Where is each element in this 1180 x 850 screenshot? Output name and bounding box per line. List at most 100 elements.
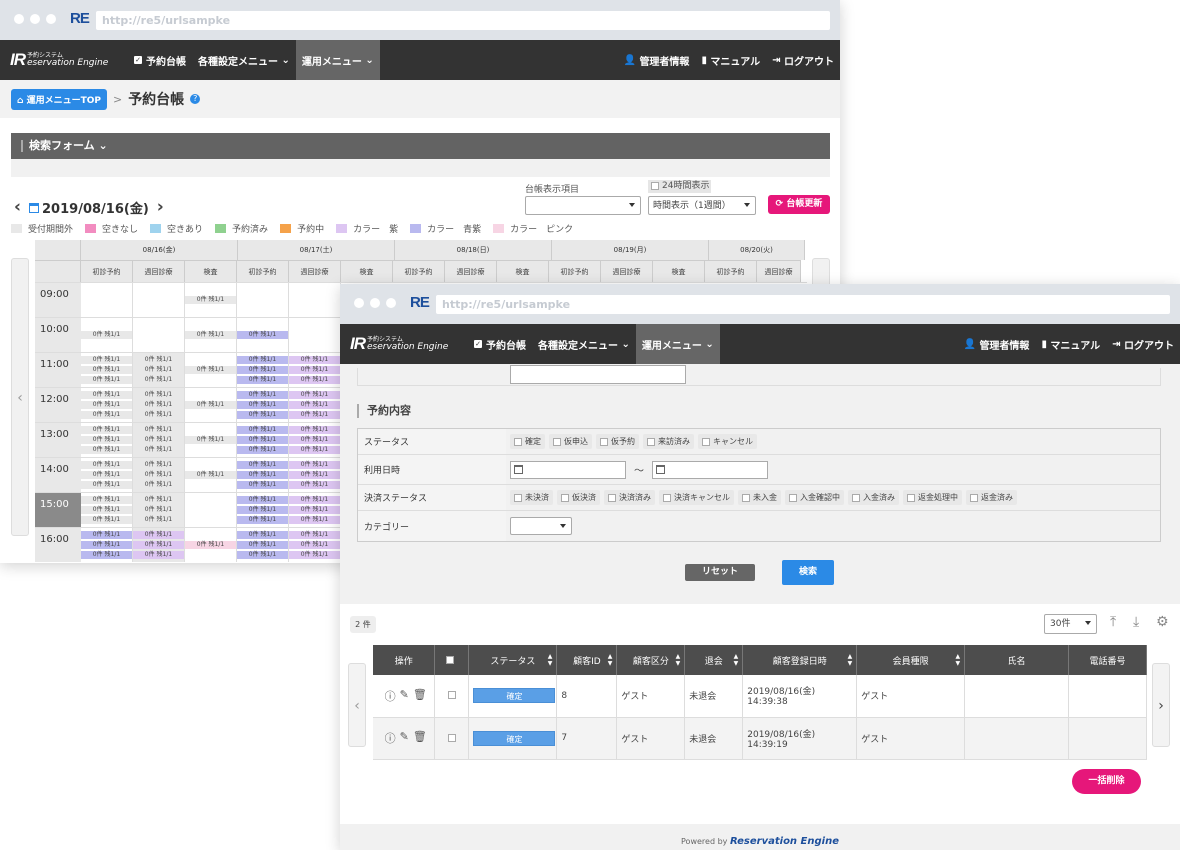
slot-cell[interactable]: 0件 残1/1 bbox=[185, 318, 237, 352]
address-bar[interactable]: http://re5/urlsampke bbox=[96, 11, 830, 30]
slot-cell[interactable]: 0件 残1/1 bbox=[185, 353, 237, 387]
checkbox-box[interactable] bbox=[907, 493, 915, 502]
trash-icon[interactable]: 🗑 bbox=[413, 688, 427, 704]
address-bar[interactable]: http://re5/urlsampke bbox=[436, 295, 1170, 314]
slot-cell[interactable]: 0件 残1/1 0件 残1/1 0件 残1/1 bbox=[237, 493, 289, 527]
slot-cell[interactable]: 0件 残1/1 bbox=[185, 283, 237, 317]
slot-cell[interactable]: 0件 残1/1 bbox=[185, 423, 237, 457]
slot-cell[interactable]: 0件 残1/1 0件 残1/1 0件 残1/1 bbox=[289, 388, 341, 422]
checkbox-box[interactable] bbox=[600, 437, 608, 446]
slot-cell[interactable]: 0件 残1/1 0件 残1/1 0件 残1/1 bbox=[289, 423, 341, 457]
filter-text-input[interactable] bbox=[510, 365, 686, 384]
nav-settings[interactable]: 各種設定メニュー ⌄ bbox=[192, 40, 296, 80]
date-to-input[interactable] bbox=[652, 460, 768, 479]
slot-cell[interactable]: 0件 残1/1 0件 残1/1 0件 残1/1 bbox=[81, 493, 133, 527]
slot-cell[interactable]: 0件 残1/1 0件 残1/1 0件 残1/1 bbox=[237, 353, 289, 387]
crumb-top-button[interactable]: ⌂ 運用メニューTOP bbox=[11, 88, 107, 110]
time-mode-select[interactable]: 時間表示（1週間） bbox=[648, 196, 756, 215]
slot-cell[interactable]: 0件 残1/1 0件 残1/1 0件 残1/1 bbox=[237, 423, 289, 457]
checkbox-box[interactable] bbox=[514, 437, 522, 446]
slot-cell[interactable] bbox=[81, 283, 133, 317]
payment-checkbox[interactable]: 返金処理中 bbox=[903, 490, 962, 505]
info-icon[interactable]: ⓘ bbox=[385, 688, 396, 704]
payment-checkbox[interactable]: 未入金 bbox=[738, 490, 781, 505]
day-header[interactable]: 08/16(金) bbox=[81, 240, 238, 260]
slot-cell[interactable] bbox=[185, 493, 237, 527]
nav-manual[interactable]: ▮ マニュアル bbox=[695, 40, 766, 80]
slot-cell[interactable] bbox=[289, 318, 341, 352]
help-icon[interactable]: ? bbox=[190, 94, 201, 104]
payment-checkbox[interactable]: 決済キャンセル bbox=[659, 490, 734, 505]
payment-checkbox[interactable]: 未決済 bbox=[510, 490, 553, 505]
column-header[interactable]: 顧客区分 ▲ ▼ bbox=[616, 645, 686, 675]
day-header[interactable]: 08/19(月) bbox=[552, 240, 709, 260]
checkbox-box[interactable] bbox=[608, 493, 616, 502]
slot-cell[interactable]: 0件 残1/1 0件 残1/1 0件 残1/1 bbox=[81, 388, 133, 422]
current-date[interactable]: 2019/08/16(金) bbox=[29, 198, 149, 217]
checkbox-box[interactable] bbox=[647, 437, 655, 446]
info-icon[interactable]: ⓘ bbox=[385, 730, 396, 746]
date-from-input[interactable] bbox=[510, 460, 626, 479]
search-form-toggle[interactable]: 検索フォーム ⌄ bbox=[11, 133, 830, 159]
edit-icon[interactable]: ✎ bbox=[400, 730, 409, 746]
slot-cell[interactable]: 0件 残1/1 0件 残1/1 0件 残1/1 bbox=[289, 493, 341, 527]
sort-arrows-icon[interactable]: ▲ ▼ bbox=[955, 653, 960, 667]
next-day-arrow-icon[interactable]: › bbox=[157, 197, 164, 217]
row-checkbox[interactable] bbox=[448, 691, 457, 700]
scroll-left-button[interactable]: ‹ bbox=[11, 258, 29, 536]
slot-cell[interactable]: 0件 残1/1 bbox=[185, 458, 237, 492]
checkbox-box[interactable] bbox=[742, 493, 750, 502]
slot-cell[interactable]: 0件 残1/1 0件 残1/1 0件 残1/1 bbox=[289, 528, 341, 562]
search-button[interactable]: 検索 bbox=[782, 560, 834, 585]
nav-operation[interactable]: 運用メニュー ⌄ bbox=[635, 324, 720, 364]
sort-arrows-icon[interactable]: ▲ ▼ bbox=[848, 653, 853, 667]
slot-cell[interactable]: 0件 残1/1 0件 残1/1 0件 残1/1 bbox=[289, 353, 341, 387]
slot-cell[interactable]: 0件 残1/1 bbox=[237, 318, 289, 352]
slot-cell[interactable]: 0件 残1/1 0件 残1/1 0件 残1/1 bbox=[81, 528, 133, 562]
per-page-select[interactable]: 30件 bbox=[1044, 614, 1097, 634]
brand-logo[interactable]: IR 予約システム eservation Engine bbox=[340, 324, 468, 364]
column-header[interactable]: 会員種限 ▲ ▼ bbox=[856, 645, 966, 675]
row-checkbox[interactable] bbox=[448, 733, 457, 742]
sort-arrows-icon[interactable]: ▲ ▼ bbox=[548, 653, 553, 667]
select-all-checkbox[interactable] bbox=[446, 655, 455, 664]
day-header[interactable]: 08/20(火) bbox=[709, 240, 805, 260]
payment-checkbox[interactable]: 入金済み bbox=[848, 490, 899, 505]
slot-cell[interactable]: 0件 残1/1 bbox=[185, 528, 237, 562]
slot-cell[interactable]: 0件 残1/1 0件 残1/1 0件 残1/1 bbox=[81, 423, 133, 457]
checkbox-box[interactable] bbox=[852, 493, 860, 502]
checkbox-box[interactable] bbox=[553, 437, 561, 446]
brand-logo[interactable]: IR 予約システム eservation Engine bbox=[0, 40, 128, 80]
sort-arrows-icon[interactable]: ▲ ▼ bbox=[734, 653, 739, 667]
slot-cell[interactable]: 0件 残1/1 0件 残1/1 0件 残1/1 bbox=[133, 353, 185, 387]
checkbox-box[interactable] bbox=[702, 437, 710, 446]
slot-cell[interactable]: 0件 残1/1 0件 残1/1 0件 残1/1 bbox=[81, 353, 133, 387]
slot-cell[interactable]: 0件 残1/1 0件 残1/1 0件 残1/1 bbox=[133, 388, 185, 422]
table-prev-button[interactable]: ‹ bbox=[348, 663, 366, 747]
download-icon[interactable]: ⤓ bbox=[1133, 614, 1139, 630]
slot-cell[interactable]: 0件 残1/1 bbox=[185, 388, 237, 422]
slot-cell[interactable]: 0件 残1/1 0件 残1/1 0件 残1/1 bbox=[289, 458, 341, 492]
slot-cell[interactable]: 0件 残1/1 0件 残1/1 0件 残1/1 bbox=[237, 388, 289, 422]
prev-day-arrow-icon[interactable]: ‹ bbox=[14, 197, 21, 217]
slot-cell[interactable] bbox=[289, 283, 341, 317]
payment-checkbox[interactable]: 入金確認中 bbox=[785, 490, 844, 505]
payment-checkbox[interactable]: 決済済み bbox=[604, 490, 655, 505]
day-header[interactable]: 08/18(日) bbox=[395, 240, 552, 260]
slot-cell[interactable] bbox=[133, 318, 185, 352]
trash-icon[interactable]: 🗑 bbox=[413, 730, 427, 746]
status-checkbox[interactable]: 来訪済み bbox=[643, 434, 694, 449]
nav-manual[interactable]: ▮ マニュアル bbox=[1035, 324, 1106, 364]
nav-admin-info[interactable]: 👤 管理者情報 bbox=[618, 40, 696, 80]
status-checkbox[interactable]: 仮予約 bbox=[596, 434, 639, 449]
nav-admin-info[interactable]: 👤 管理者情報 bbox=[958, 324, 1036, 364]
nav-logout[interactable]: ⇥ ログアウト bbox=[766, 40, 840, 80]
status-checkbox[interactable]: 仮申込 bbox=[549, 434, 592, 449]
slot-cell[interactable]: 0件 残1/1 0件 残1/1 0件 残1/1 bbox=[133, 528, 185, 562]
checkbox-box[interactable] bbox=[970, 493, 978, 502]
slot-cell[interactable]: 0件 残1/1 0件 残1/1 0件 残1/1 bbox=[81, 458, 133, 492]
slot-cell[interactable] bbox=[133, 283, 185, 317]
payment-checkbox[interactable]: 返金済み bbox=[966, 490, 1017, 505]
display-items-select[interactable] bbox=[525, 196, 641, 215]
reset-button[interactable]: リセット bbox=[685, 564, 755, 581]
